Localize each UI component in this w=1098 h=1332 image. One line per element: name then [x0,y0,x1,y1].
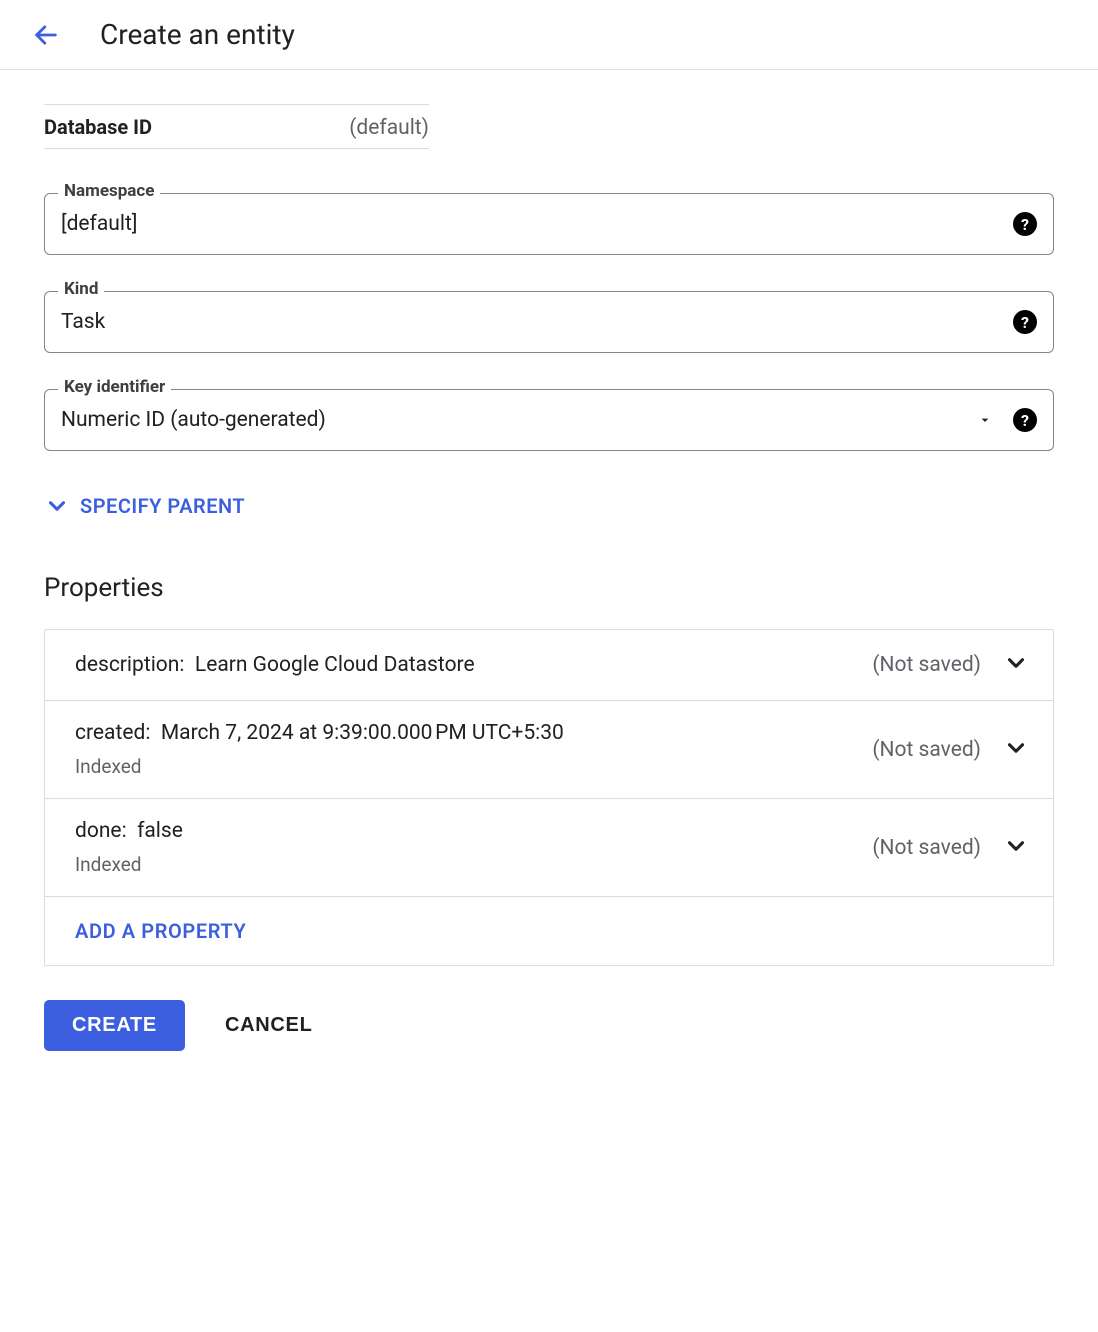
cancel-button[interactable]: CANCEL [225,1014,313,1037]
kind-label: Kind [58,279,104,299]
help-icon[interactable]: ? [1013,408,1037,432]
dropdown-caret-icon[interactable] [977,412,993,428]
help-icon[interactable]: ? [1013,212,1037,236]
specify-parent-label: SPECIFY PARENT [80,494,245,518]
properties-heading: Properties [44,573,1054,603]
property-indexed-label: Indexed [75,755,872,778]
property-row[interactable]: created: March 7, 2024 at 9:39:00.000 PM… [45,701,1053,799]
page-header: Create an entity [0,0,1098,70]
property-row[interactable]: description: Learn Google Cloud Datastor… [45,630,1053,701]
property-value: March 7, 2024 at 9:39:00.000 PM UTC+5:30 [161,721,564,745]
form-actions: CREATE CANCEL [44,1000,1054,1051]
database-id-value: (default) [349,116,429,140]
property-value: Learn Google Cloud Datastore [195,653,475,677]
property-indexed-label: Indexed [75,853,872,876]
property-row[interactable]: done: false Indexed (Not saved) [45,799,1053,897]
key-identifier-value: Numeric ID (auto-generated) [61,408,963,432]
chevron-down-icon[interactable] [1003,735,1029,765]
chevron-down-icon [44,493,70,519]
chevron-down-icon[interactable] [1003,650,1029,680]
create-button[interactable]: CREATE [44,1000,185,1051]
key-identifier-field: Key identifier Numeric ID (auto-generate… [44,389,1054,451]
page-title: Create an entity [100,18,295,51]
help-icon[interactable]: ? [1013,310,1037,334]
specify-parent-toggle[interactable]: SPECIFY PARENT [44,487,1054,525]
database-id-row: Database ID (default) [44,104,429,149]
namespace-label: Namespace [58,181,160,201]
properties-table: description: Learn Google Cloud Datastor… [44,629,1054,966]
property-name: description [75,653,179,677]
property-status: (Not saved) [872,738,981,762]
key-identifier-select[interactable]: Numeric ID (auto-generated) ? [44,389,1054,451]
property-name: done [75,819,122,843]
kind-value: Task [61,310,999,334]
property-status: (Not saved) [872,836,981,860]
key-identifier-label: Key identifier [58,377,171,397]
namespace-field: Namespace [default] ? [44,193,1054,255]
database-id-label: Database ID [44,115,152,139]
chevron-down-icon[interactable] [1003,833,1029,863]
property-status: (Not saved) [872,653,981,677]
namespace-input[interactable]: [default] ? [44,193,1054,255]
kind-input[interactable]: Task ? [44,291,1054,353]
back-arrow-icon[interactable] [32,21,60,49]
kind-field: Kind Task ? [44,291,1054,353]
property-value: false [137,819,183,843]
add-property-button[interactable]: ADD A PROPERTY [45,897,1053,965]
property-name: created [75,721,145,745]
namespace-value: [default] [61,212,999,236]
